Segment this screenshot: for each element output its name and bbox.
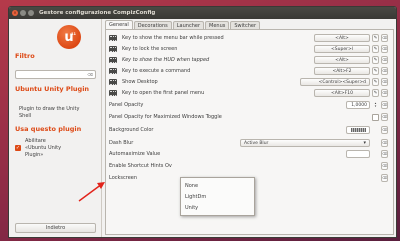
setting-row-dash-blur: Dash Blur Active Blur ⌫ bbox=[109, 138, 390, 148]
enable-plugin-label-3: Plugin» bbox=[25, 152, 44, 158]
tab-decorations[interactable]: Decorations bbox=[133, 21, 172, 29]
keyboard-icon bbox=[109, 46, 117, 52]
setting-row-execute-key: Key to execute a command <Alt>F2 ✎ ⌫ bbox=[109, 66, 390, 76]
enable-plugin-checkbox[interactable]: ✓ bbox=[15, 145, 21, 151]
pencil-icon[interactable]: ✎ bbox=[372, 56, 379, 64]
window-title: Gestore configurazione CompizConfig bbox=[39, 10, 156, 16]
clear-icon[interactable]: ⌫ bbox=[381, 113, 388, 121]
clear-icon[interactable]: ⌫ bbox=[381, 126, 388, 134]
keyboard-icon bbox=[109, 90, 117, 96]
clear-icon[interactable]: ⌫ bbox=[381, 78, 388, 86]
general-panel: Key to show the menu bar while pressed <… bbox=[105, 29, 394, 235]
keybinding-button[interactable]: <Alt>F2 bbox=[314, 67, 370, 75]
dropdown-option-lightdm[interactable]: LightDm bbox=[181, 191, 254, 202]
pencil-icon[interactable]: ✎ bbox=[372, 34, 379, 42]
setting-label: Enable Shortcut Hints Ov bbox=[109, 163, 172, 169]
clear-icon[interactable]: ⌫ bbox=[381, 45, 388, 53]
setting-row-panel-opacity: Panel Opacity 1,0000 ▴ ▾ ⌫ bbox=[109, 100, 390, 110]
clear-icon[interactable]: ⌫ bbox=[381, 162, 388, 170]
compizconfig-window: × Gestore configurazione CompizConfig u1… bbox=[8, 6, 397, 238]
setting-row-lock-key: Key to lock the screen <Super>l ✎ ⌫ bbox=[109, 44, 390, 54]
maximize-window-icon[interactable] bbox=[28, 10, 34, 16]
tab-switcher[interactable]: Switcher bbox=[230, 21, 261, 29]
pencil-icon[interactable]: ✎ bbox=[372, 89, 379, 97]
back-button[interactable]: Indietro bbox=[15, 223, 96, 233]
clear-filter-icon[interactable]: ⌫ bbox=[87, 72, 93, 77]
clear-icon[interactable]: ⌫ bbox=[381, 56, 388, 64]
clear-icon[interactable]: ⌫ bbox=[381, 34, 388, 42]
setting-row-background-color: Background Color ⌫ bbox=[109, 125, 390, 135]
keybinding-button[interactable]: <Super>l bbox=[314, 45, 370, 53]
setting-row-shortcut-hints: Enable Shortcut Hints Ov ⌫ bbox=[109, 161, 390, 171]
use-plugin-heading: Usa questo plugin bbox=[15, 125, 82, 133]
setting-row-show-desktop: Show Desktop <Control><Super>d ✎ ⌫ bbox=[109, 77, 390, 87]
setting-row-menu-bar-key: Key to show the menu bar while pressed <… bbox=[109, 33, 390, 43]
keyboard-icon bbox=[109, 35, 117, 41]
plugin-description-line-2: Shell bbox=[19, 113, 32, 119]
clear-icon[interactable]: ⌫ bbox=[381, 150, 388, 158]
setting-row-automaximize: Automaximize Value ⌫ bbox=[109, 149, 390, 159]
clear-icon[interactable]: ⌫ bbox=[381, 89, 388, 97]
panel-max-toggle-checkbox[interactable] bbox=[372, 113, 379, 121]
keyboard-icon bbox=[109, 57, 117, 63]
pencil-icon[interactable]: ✎ bbox=[372, 45, 379, 53]
ubuntu-unity-logo-icon: u 11 bbox=[57, 25, 81, 49]
setting-row-hud-key: Key to show the HUD when tapped <Alt> ✎ … bbox=[109, 55, 390, 65]
tab-general[interactable]: General bbox=[105, 20, 133, 29]
dash-blur-select[interactable]: Active Blur bbox=[240, 139, 370, 147]
close-window-icon[interactable]: × bbox=[12, 10, 18, 16]
background-color-button[interactable] bbox=[346, 126, 370, 134]
clear-icon[interactable]: ⌫ bbox=[381, 139, 388, 147]
tab-bar: General Decorations Launcher Menus Switc… bbox=[105, 20, 394, 29]
dropdown-option-unity[interactable]: Unity bbox=[181, 202, 254, 213]
clear-icon[interactable]: ⌫ bbox=[381, 174, 388, 182]
filter-input[interactable]: ⌫ bbox=[15, 70, 96, 79]
settings-area: General Decorations Launcher Menus Switc… bbox=[105, 20, 394, 235]
minimize-window-icon[interactable] bbox=[20, 10, 26, 16]
setting-label: Panel Opacity for Maximized Windows Togg… bbox=[109, 114, 222, 120]
pencil-icon[interactable]: ✎ bbox=[372, 78, 379, 86]
automaximize-spinner[interactable] bbox=[346, 150, 370, 158]
enable-plugin-label-1: Abilitare bbox=[25, 138, 46, 144]
enable-plugin-label-2: «Ubuntu Unity bbox=[25, 145, 62, 151]
dropdown-option-none[interactable]: None bbox=[181, 180, 254, 191]
pencil-icon[interactable]: ✎ bbox=[372, 67, 379, 75]
plugin-heading: Ubuntu Unity Plugin bbox=[15, 85, 90, 93]
keyboard-icon bbox=[109, 68, 117, 74]
filter-heading: Filtro bbox=[15, 52, 35, 60]
title-bar: × Gestore configurazione CompizConfig bbox=[9, 7, 396, 19]
sidebar: u 11 Filtro ⌫ Ubuntu Unity Plugin Plugin … bbox=[9, 19, 102, 237]
tab-menus[interactable]: Menus bbox=[205, 21, 230, 29]
clear-icon[interactable]: ⌫ bbox=[381, 101, 388, 109]
keybinding-button[interactable]: <Alt>F10 bbox=[314, 89, 370, 97]
tab-launcher[interactable]: Launcher bbox=[172, 21, 205, 29]
plugin-description-line-1: Plugin to draw the Unity bbox=[19, 106, 80, 112]
lockscreen-dropdown-menu: None LightDm Unity bbox=[180, 177, 255, 216]
keybinding-button[interactable]: <Control><Super>d bbox=[300, 78, 370, 86]
spin-arrows-icon[interactable]: ▴ ▾ bbox=[372, 101, 379, 109]
setting-row-panel-max-toggle: Panel Opacity for Maximized Windows Togg… bbox=[109, 112, 390, 122]
clear-icon[interactable]: ⌫ bbox=[381, 67, 388, 75]
keybinding-button[interactable]: <Alt> bbox=[314, 56, 370, 64]
panel-opacity-spinner[interactable]: 1,0000 bbox=[346, 101, 370, 109]
setting-row-panel-menu-key: Key to open the first panel menu <Alt>F1… bbox=[109, 88, 390, 98]
keyboard-icon bbox=[109, 79, 117, 85]
keybinding-button[interactable]: <Alt> bbox=[314, 34, 370, 42]
